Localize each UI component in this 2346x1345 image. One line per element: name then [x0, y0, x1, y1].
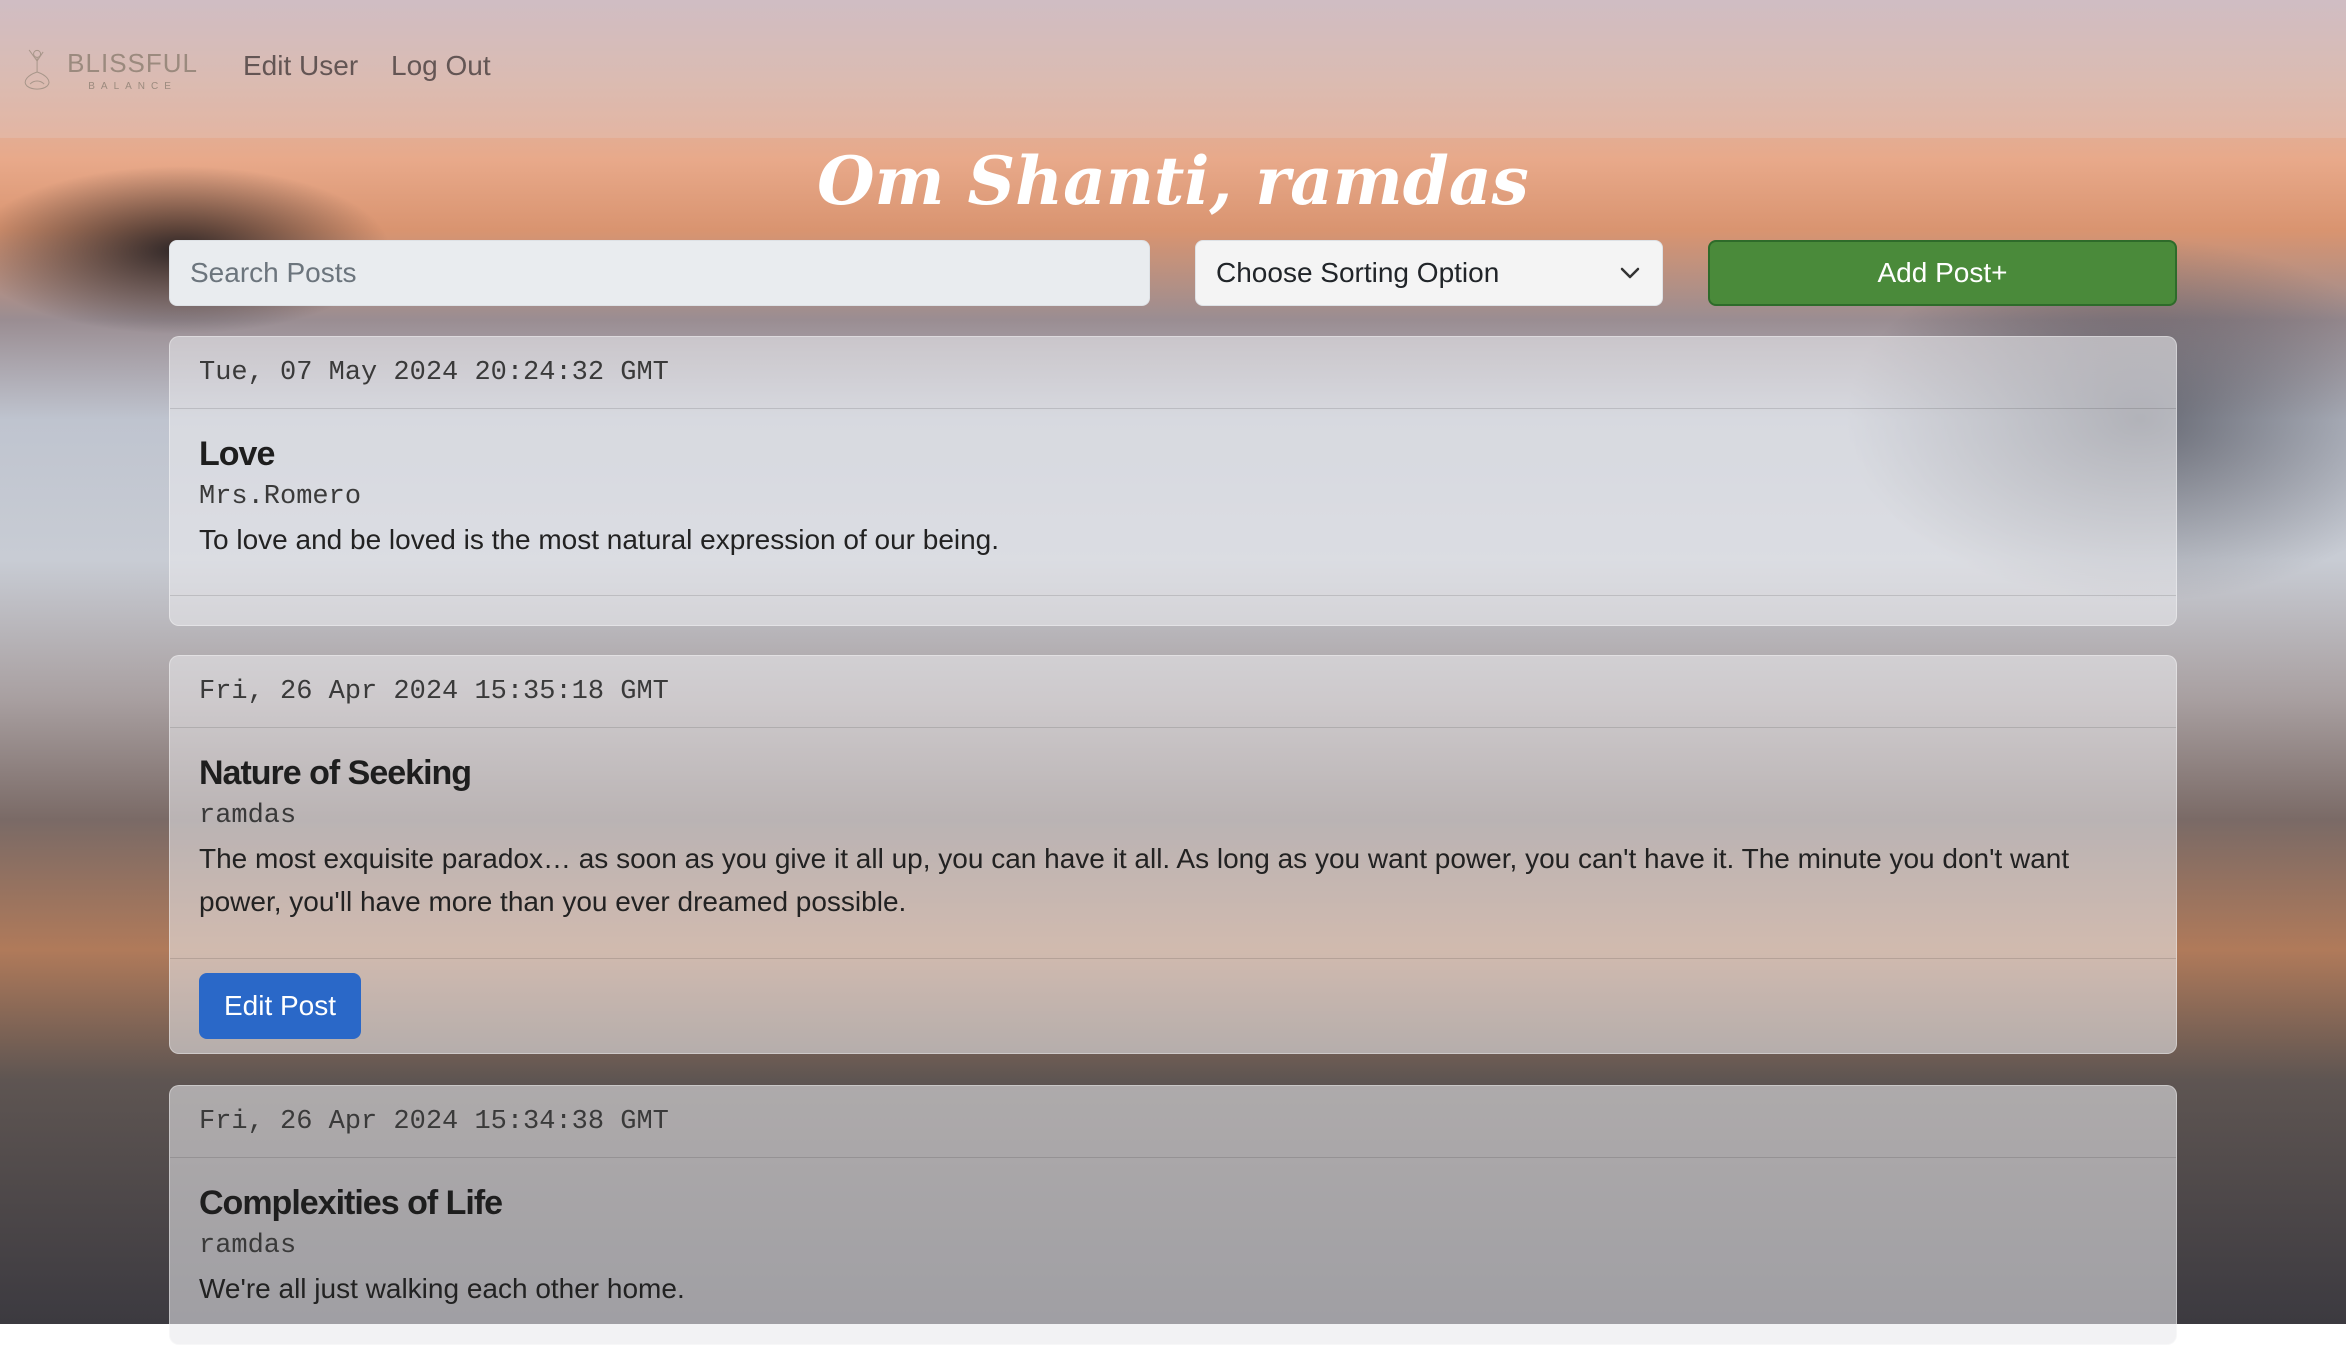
logo-text: BLISSFUL BALANCE — [67, 48, 198, 92]
logo-subtitle: BALANCE — [88, 81, 177, 92]
post-content: We're all just walking each other home. — [199, 1273, 685, 1304]
post-author: ramdas — [199, 801, 297, 831]
card-footer-divider — [170, 595, 2176, 596]
nav-log-out-link[interactable]: Log Out — [391, 50, 491, 82]
page-title: Om Shanti, ramdas — [817, 142, 1529, 220]
post-body: Love Mrs.Romero To love and be loved is … — [170, 409, 2176, 579]
sort-select[interactable]: Choose Sorting Option — [1195, 240, 1663, 306]
post-title: Nature of Seeking — [199, 754, 472, 792]
lotus-figure-icon — [24, 49, 50, 90]
edit-post-button[interactable]: Edit Post — [199, 973, 361, 1039]
post-timestamp: Tue, 07 May 2024 20:24:32 GMT — [170, 337, 2176, 409]
sort-select-label: Choose Sorting Option — [1216, 257, 1500, 288]
post-title: Love — [199, 435, 275, 473]
navbar: BLISSFUL BALANCE Edit User Log Out — [0, 0, 2346, 138]
post-title: Complexities of Life — [199, 1184, 503, 1222]
chevron-down-icon — [1620, 267, 1640, 279]
post-footer: Edit Post — [170, 958, 2176, 1053]
logo-title: BLISSFUL — [67, 48, 198, 78]
post-timestamp: Fri, 26 Apr 2024 15:35:18 GMT — [170, 656, 2176, 728]
post-body: Nature of Seeking ramdas The most exquis… — [170, 728, 2176, 958]
post-author: Mrs.Romero — [199, 482, 362, 512]
post-content: To love and be loved is the most natural… — [199, 524, 1000, 555]
nav-edit-user-link[interactable]: Edit User — [243, 50, 358, 82]
add-post-button[interactable]: Add Post+ — [1708, 240, 2177, 306]
post-timestamp: Fri, 26 Apr 2024 15:34:38 GMT — [170, 1086, 2176, 1158]
post-card: Tue, 07 May 2024 20:24:32 GMT Love Mrs.R… — [169, 336, 2177, 626]
post-content: The most exquisite paradox… as soon as y… — [199, 843, 2070, 917]
logo[interactable]: BLISSFUL BALANCE — [18, 22, 198, 118]
post-body: Complexities of Life ramdas We're all ju… — [170, 1158, 2176, 1328]
post-card: Fri, 26 Apr 2024 15:35:18 GMT Nature of … — [169, 655, 2177, 1054]
post-card: Fri, 26 Apr 2024 15:34:38 GMT Complexiti… — [169, 1085, 2177, 1345]
search-input[interactable] — [169, 240, 1150, 306]
post-author: ramdas — [199, 1231, 297, 1261]
